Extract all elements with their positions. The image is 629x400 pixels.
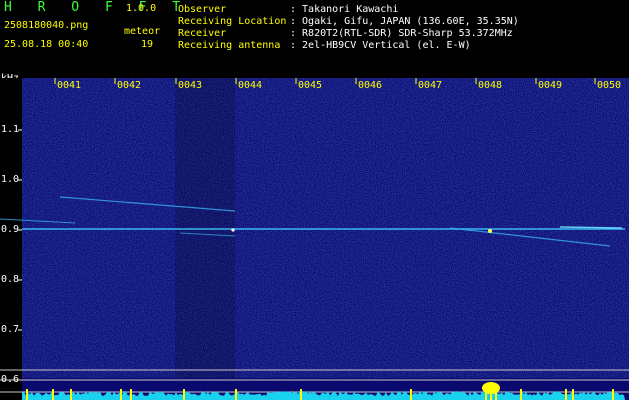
x-tick-label: 0045: [298, 80, 323, 91]
y-tick-label: 0.9: [1, 224, 20, 235]
y-tick-label: 1.0: [1, 174, 20, 185]
meteor-mark: [235, 389, 237, 400]
x-tick-label: 0044: [238, 80, 263, 91]
meteor-head: [488, 229, 492, 233]
meteor-mark: [183, 389, 185, 400]
meteor-mark: [130, 389, 132, 400]
app-version: 1.0.0: [126, 3, 157, 14]
antenna-value: : 2el-HB9CV Vertical (el. E-W): [290, 40, 471, 51]
receiver-label: Receiver: [178, 28, 227, 39]
x-tick-label: 0050: [597, 80, 622, 91]
observer-label: Observer: [178, 4, 227, 15]
meteor-mark: [612, 389, 614, 400]
header-panel: H R O F F T 1.0.0 2508180040.png meteor …: [0, 0, 629, 84]
meteor-mark: [410, 389, 412, 400]
meteor-mark: [120, 389, 122, 400]
observer-value: : Takanori Kawachi: [290, 4, 399, 15]
noise-texture: [0, 78, 629, 378]
x-tick-label: 0046: [358, 80, 383, 91]
x-tick-label: 0048: [478, 80, 503, 91]
meteor-mark: [300, 389, 302, 400]
x-tick-label: 0043: [178, 80, 203, 91]
y-tick-label: 0.6: [1, 374, 20, 385]
image-filename: 2508180040.png: [4, 20, 89, 31]
x-tick-label: 0049: [538, 80, 563, 91]
meteor-count-value: 19: [141, 39, 154, 50]
location-value: : Ogaki, Gifu, JAPAN (136.60E, 35.35N): [290, 16, 519, 27]
receiver-value: : R820T2(RTL-SDR) SDR-Sharp 53.372MHz: [290, 28, 513, 39]
meteor-mark: [26, 389, 28, 400]
x-tick-label: 0047: [418, 80, 443, 91]
spectrogram-plot: [0, 78, 629, 400]
y-tick-label: 1.1: [1, 124, 20, 135]
darker-time-band: [175, 78, 235, 378]
meteor-mark: [565, 389, 567, 400]
x-tick-label: 0042: [117, 80, 142, 91]
y-tick-label: 0.7: [1, 324, 20, 335]
antenna-label: Receiving antenna: [178, 40, 281, 51]
app-brand: H R O F F T: [4, 0, 190, 15]
meteor-mark: [52, 389, 54, 400]
meteor-burst-mark: [482, 382, 500, 394]
meteor-trail: [559, 226, 623, 229]
y-tick-label: 0.8: [1, 274, 20, 285]
x-tick-label: 0041: [57, 80, 82, 91]
meteor-mark: [572, 389, 574, 400]
meteor-head: [231, 228, 235, 232]
location-label: Receiving Location: [178, 16, 287, 27]
meteor-count-label: meteor: [124, 26, 161, 37]
meteor-mark: [70, 389, 72, 400]
capture-datetime: 25.08.18 00:40: [4, 39, 89, 50]
meteor-mark: [520, 389, 522, 400]
